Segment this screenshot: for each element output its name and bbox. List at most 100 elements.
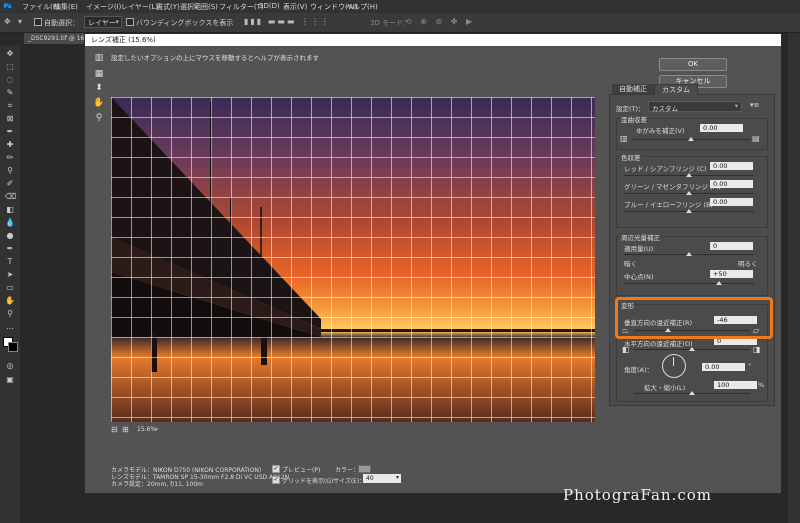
lasso-tool-icon[interactable]: ◌ xyxy=(5,75,15,85)
remove-distortion-knob[interactable] xyxy=(688,137,694,141)
barrel-icon: ▤ xyxy=(752,134,760,143)
show-bbox-label: バウンディングボックスを表示 xyxy=(136,19,234,27)
remove-distortion-input[interactable]: 0.00 xyxy=(700,124,743,132)
auto-select-checkbox[interactable] xyxy=(34,18,42,26)
angle-input[interactable]: 0.00 xyxy=(702,363,745,371)
zoom-level[interactable]: 15.6% xyxy=(137,426,156,433)
shape-tool-icon[interactable]: ▭ xyxy=(5,283,15,293)
quick-select-tool-icon[interactable]: ✎ xyxy=(5,88,15,98)
tab-auto-correction[interactable]: 自動補正 xyxy=(612,84,654,94)
vignette-lighten-label: 明るく xyxy=(738,260,758,268)
angle-dial[interactable] xyxy=(662,354,686,378)
preview-checkbox[interactable]: ✓ xyxy=(272,465,280,473)
red-cyan-knob[interactable] xyxy=(686,173,692,177)
move-tool-icon[interactable]: ✥ xyxy=(5,49,15,59)
chevron-down-icon: ▾ xyxy=(115,18,119,26)
menu-bar: Ps ファイル(F) 編集(E) イメージ(I) レイヤー(L) 書式(Y) 選… xyxy=(0,0,800,13)
blue-yellow-knob[interactable] xyxy=(686,209,692,213)
remove-distortion-tool-icon[interactable]: ▥ xyxy=(93,52,105,64)
path-select-tool-icon[interactable]: ➤ xyxy=(5,270,15,280)
zoom-tool-icon[interactable]: ⚲ xyxy=(5,309,15,319)
menu-edit[interactable]: 編集(E) xyxy=(54,2,78,12)
grid-size-value: 40 xyxy=(366,475,374,482)
move-grid-tool-icon[interactable]: ⬍ xyxy=(93,82,105,94)
menu-layer[interactable]: レイヤー(L) xyxy=(121,2,158,12)
quick-mask-icon[interactable]: ◎ xyxy=(5,361,15,371)
straighten-tool-icon[interactable]: ▦ xyxy=(93,68,105,80)
vignette-midpoint-slider[interactable] xyxy=(624,283,754,284)
eyedropper-tool-icon[interactable]: ✒ xyxy=(5,127,15,137)
vignette-amount-knob[interactable] xyxy=(686,252,692,256)
preview-canvas[interactable] xyxy=(111,97,595,422)
tab-custom[interactable]: カスタム xyxy=(654,84,698,95)
help-hint-text: 設定したいオプションの上にマウスを移動するとヘルプが表示されます xyxy=(111,54,319,62)
settings-value: カスタム xyxy=(652,105,678,113)
blur-tool-icon[interactable]: 💧 xyxy=(5,218,15,228)
grid-size-input[interactable]: 40 ▾ xyxy=(363,474,401,483)
marquee-tool-icon[interactable]: ⬚ xyxy=(5,62,15,72)
photografan-watermark: PhotograFan.com xyxy=(563,486,712,504)
brush-tool-icon[interactable]: ✏ xyxy=(5,153,15,163)
dodge-tool-icon[interactable]: ● xyxy=(5,231,15,241)
zoom-in-icon[interactable]: ⊞ xyxy=(122,425,129,434)
green-magenta-input[interactable]: 0.00 xyxy=(710,180,753,188)
menu-3d[interactable]: 3D(D) xyxy=(259,2,280,10)
green-magenta-knob[interactable] xyxy=(686,191,692,195)
gradient-tool-icon[interactable]: ◧ xyxy=(5,205,15,215)
align-icons[interactable]: ▮▮▮ ▬▬▬ ⋮⋮⋮ xyxy=(244,17,331,27)
vignette-amount-input[interactable]: 0 xyxy=(710,242,753,250)
chevron-down-icon: ▾ xyxy=(155,426,159,433)
red-cyan-input[interactable]: 0.00 xyxy=(710,162,753,170)
ok-button[interactable]: OK xyxy=(659,58,727,71)
settings-menu-icon[interactable]: ▾≡ xyxy=(750,101,759,109)
crop-tool-icon[interactable]: ⌗ xyxy=(5,101,15,111)
scale-knob[interactable] xyxy=(689,391,695,395)
show-grid-checkbox[interactable]: ✓ xyxy=(272,476,280,484)
menu-type[interactable]: 書式(Y) xyxy=(156,2,180,12)
auto-select-label: 自動選択： xyxy=(44,19,79,27)
chromatic-aberration-title: 色収差 xyxy=(620,152,642,162)
green-magenta-label: グリーン / マゼンタフリンジ (M) xyxy=(624,183,721,191)
more-tools-icon[interactable]: … xyxy=(5,322,15,332)
settings-label: 設定(T)： xyxy=(616,105,645,113)
hand-tool-icon[interactable]: ✋ xyxy=(5,296,15,306)
tools-panel: ✥ ⬚ ◌ ✎ ⌗ ⊠ ✒ ✚ ✏ ⚲ ✐ ⌫ ◧ 💧 ● ✒ T ➤ ▭ ✋ … xyxy=(0,45,20,523)
settings-panel: 自動補正 カスタム 設定(T)： カスタム ▾ ▾≡ 歪曲収差 ゆがみを補正(V… xyxy=(609,84,775,406)
history-brush-tool-icon[interactable]: ✐ xyxy=(5,179,15,189)
healing-brush-tool-icon[interactable]: ✚ xyxy=(5,140,15,150)
hand-tool-icon[interactable]: ✋ xyxy=(93,97,105,109)
grid-color-swatch[interactable] xyxy=(358,465,371,473)
layer-select-dropdown[interactable]: レイヤー ▾ xyxy=(84,16,122,28)
chevron-down-icon: ▾ xyxy=(395,474,399,481)
menu-view[interactable]: 表示(V) xyxy=(283,2,307,12)
eraser-tool-icon[interactable]: ⌫ xyxy=(5,192,16,202)
clone-stamp-tool-icon[interactable]: ⚲ xyxy=(5,166,15,176)
screen-mode-icon[interactable]: ▣ xyxy=(5,375,15,385)
zoom-tool-icon[interactable]: ⚲ xyxy=(93,112,105,124)
geometric-distortion-title: 歪曲収差 xyxy=(620,114,648,124)
vignette-midpoint-knob[interactable] xyxy=(716,281,722,285)
3d-tools-icons[interactable]: ⟲ ⊕ ⊛ ✤ ▶ xyxy=(405,17,475,27)
type-tool-icon[interactable]: T xyxy=(5,257,15,267)
zoom-out-icon[interactable]: ⊟ xyxy=(111,425,118,434)
blue-yellow-label: ブルー / イエローフリンジ (B) xyxy=(624,201,713,209)
menu-image[interactable]: イメージ(I) xyxy=(86,2,121,12)
show-bbox-checkbox[interactable] xyxy=(126,18,134,26)
horizontal-perspective-right-icon: ◨ xyxy=(753,345,761,354)
photoshop-logo-icon: Ps xyxy=(3,2,12,11)
background-color-swatch[interactable] xyxy=(8,342,18,352)
red-cyan-label: レッド / シアンフリンジ (C) xyxy=(624,165,707,173)
menu-filter[interactable]: フィルター(T) xyxy=(219,2,264,12)
horizontal-perspective-label: 水平方向の遠近補正(O) xyxy=(624,340,693,348)
preview-label: プレビュー(P) xyxy=(282,467,321,474)
horizontal-perspective-knob[interactable] xyxy=(689,347,695,351)
menu-help[interactable]: ヘルプ(H) xyxy=(346,2,378,12)
pen-tool-icon[interactable]: ✒ xyxy=(5,244,15,254)
frame-tool-icon[interactable]: ⊠ xyxy=(5,114,15,124)
layer-select-value: レイヤー xyxy=(88,19,116,27)
vignette-midpoint-input[interactable]: +50 xyxy=(710,270,753,278)
settings-dropdown[interactable]: カスタム ▾ xyxy=(648,101,742,113)
blue-yellow-input[interactable]: 0.00 xyxy=(710,198,753,206)
scale-input[interactable]: 100 xyxy=(714,381,757,389)
menu-select[interactable]: 選択範囲(S) xyxy=(180,2,218,12)
